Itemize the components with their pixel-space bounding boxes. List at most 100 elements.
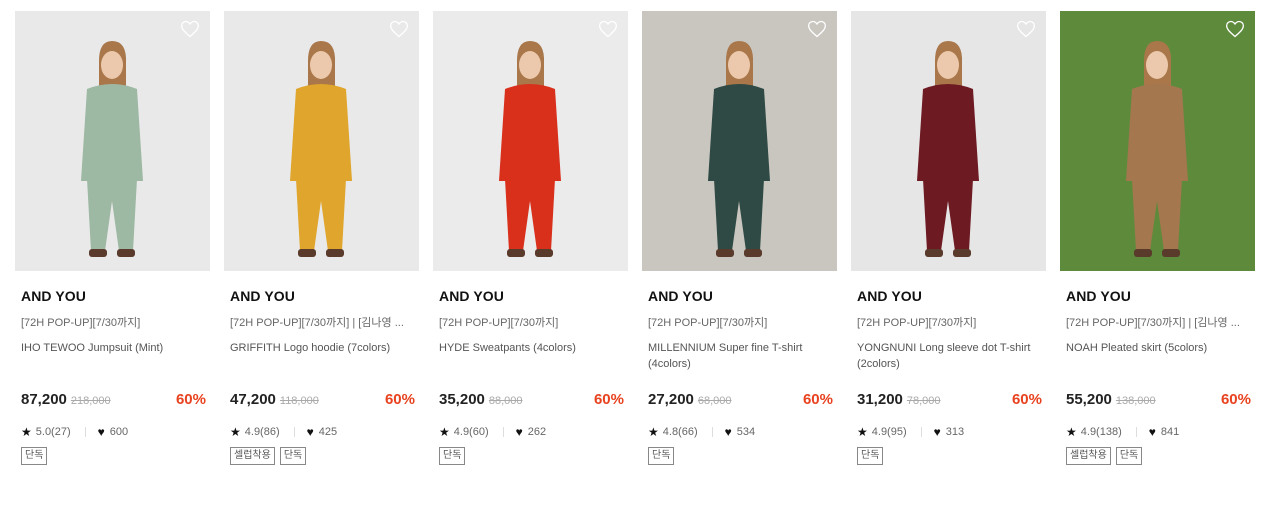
original-price: 218,000 <box>70 395 111 407</box>
stats-divider <box>502 427 504 437</box>
product-badge: 단독 <box>857 447 884 465</box>
wishlist-heart-icon[interactable] <box>1016 19 1036 39</box>
product-brand[interactable]: AND YOU <box>433 288 628 304</box>
product-promo-tag[interactable]: [72H POP-UP][7/30까지] <box>433 314 628 330</box>
heart-filled-icon: ♥ <box>306 425 314 439</box>
product-brand[interactable]: AND YOU <box>1060 288 1255 304</box>
discount-rate: 60% <box>593 391 624 408</box>
wishlist-heart-icon[interactable] <box>1225 19 1245 39</box>
price-row: 31,200 78,000 60% <box>851 391 1046 413</box>
product-image[interactable] <box>224 11 419 271</box>
product-name[interactable]: IHO TEWOO Jumpsuit (Mint) <box>15 340 210 374</box>
product-promo-tag[interactable]: [72H POP-UP][7/30까지] | [김나영 ... <box>224 314 419 330</box>
product-photo <box>15 11 210 271</box>
product-card-6[interactable]: AND YOU [72H POP-UP][7/30까지] | [김나영 ... … <box>1060 11 1255 465</box>
product-stats: ★ 4.9(86) ♥ 425 <box>224 425 419 439</box>
original-price: 88,000 <box>488 395 523 407</box>
product-badge: 단독 <box>1115 447 1143 465</box>
product-card-4[interactable]: AND YOU [72H POP-UP][7/30까지] MILLENNIUM … <box>642 11 837 465</box>
product-photo <box>224 11 419 271</box>
product-badge: 셀럽착용 <box>1066 447 1111 465</box>
product-grid: AND YOU [72H POP-UP][7/30까지] IHO TEWOO J… <box>15 11 1255 465</box>
product-brand[interactable]: AND YOU <box>15 288 210 304</box>
price-row: 47,200 118,000 60% <box>224 391 419 413</box>
sale-price: 55,200 <box>1066 391 1112 408</box>
product-brand[interactable]: AND YOU <box>224 288 419 304</box>
product-badge: 단독 <box>279 447 307 465</box>
badge-list: 단독 <box>642 447 837 465</box>
heart-filled-icon: ♥ <box>515 425 523 439</box>
rating-value: 4.9(95) <box>871 426 907 438</box>
heart-filled-icon: ♥ <box>933 425 941 439</box>
product-stats: ★ 4.8(66) ♥ 534 <box>642 425 837 439</box>
sale-price: 47,200 <box>230 391 276 408</box>
product-photo <box>851 11 1046 271</box>
stats-divider <box>293 427 295 437</box>
sale-price: 87,200 <box>21 391 67 408</box>
product-card-2[interactable]: AND YOU [72H POP-UP][7/30까지] | [김나영 ... … <box>224 11 419 465</box>
product-card-1[interactable]: AND YOU [72H POP-UP][7/30까지] IHO TEWOO J… <box>15 11 210 465</box>
product-card-5[interactable]: AND YOU [72H POP-UP][7/30까지] YONGNUNI Lo… <box>851 11 1046 465</box>
price-row: 55,200 138,000 60% <box>1060 391 1255 413</box>
wishlist-heart-icon[interactable] <box>180 19 200 39</box>
product-card-3[interactable]: AND YOU [72H POP-UP][7/30까지] HYDE Sweatp… <box>433 11 628 465</box>
price-row: 27,200 68,000 60% <box>642 391 837 413</box>
star-icon: ★ <box>21 425 32 439</box>
product-brand[interactable]: AND YOU <box>642 288 837 304</box>
product-badge: 단독 <box>648 447 675 465</box>
rating-value: 4.9(60) <box>453 426 489 438</box>
discount-rate: 60% <box>1220 391 1251 408</box>
product-name[interactable]: YONGNUNI Long sleeve dot T-shirt (2color… <box>851 340 1046 374</box>
product-stats: ★ 5.0(27) ♥ 600 <box>15 425 210 439</box>
product-name[interactable]: GRIFFITH Logo hoodie (7colors) <box>224 340 419 374</box>
heart-filled-icon: ♥ <box>724 425 732 439</box>
likes-count: 262 <box>527 426 547 438</box>
stats-divider <box>711 427 713 437</box>
badge-list: 단독 <box>851 447 1046 465</box>
star-icon: ★ <box>648 425 659 439</box>
product-name[interactable]: HYDE Sweatpants (4colors) <box>433 340 628 374</box>
rating-value: 4.9(86) <box>244 426 280 438</box>
product-badge: 단독 <box>21 447 48 465</box>
likes-count: 534 <box>736 426 756 438</box>
product-promo-tag[interactable]: [72H POP-UP][7/30까지] | [김나영 ... <box>1060 314 1255 330</box>
product-photo <box>1060 11 1255 271</box>
product-photo <box>642 11 837 271</box>
product-brand[interactable]: AND YOU <box>851 288 1046 304</box>
product-stats: ★ 4.9(138) ♥ 841 <box>1060 425 1255 439</box>
product-badge: 단독 <box>439 447 466 465</box>
product-image[interactable] <box>15 11 210 271</box>
product-promo-tag[interactable]: [72H POP-UP][7/30까지] <box>642 314 837 330</box>
product-promo-tag[interactable]: [72H POP-UP][7/30까지] <box>15 314 210 330</box>
star-icon: ★ <box>439 425 450 439</box>
discount-rate: 60% <box>1011 391 1042 408</box>
product-name[interactable]: MILLENNIUM Super fine T-shirt (4colors) <box>642 340 837 374</box>
rating-value: 4.9(138) <box>1080 426 1122 438</box>
product-image[interactable] <box>642 11 837 271</box>
heart-filled-icon: ♥ <box>97 425 105 439</box>
product-name[interactable]: NOAH Pleated skirt (5colors) <box>1060 340 1255 374</box>
star-icon: ★ <box>857 425 868 439</box>
badge-list: 단독 <box>433 447 628 465</box>
product-promo-tag[interactable]: [72H POP-UP][7/30까지] <box>851 314 1046 330</box>
product-badge: 셀럽착용 <box>230 447 275 465</box>
sale-price: 27,200 <box>648 391 694 408</box>
wishlist-heart-icon[interactable] <box>807 19 827 39</box>
likes-count: 600 <box>109 426 129 438</box>
sale-price: 31,200 <box>857 391 903 408</box>
badge-list: 셀럽착용 단독 <box>224 447 419 465</box>
product-stats: ★ 4.9(95) ♥ 313 <box>851 425 1046 439</box>
badge-list: 단독 <box>15 447 210 465</box>
likes-count: 425 <box>318 426 338 438</box>
wishlist-heart-icon[interactable] <box>598 19 618 39</box>
product-image[interactable] <box>433 11 628 271</box>
product-image[interactable] <box>851 11 1046 271</box>
product-image[interactable] <box>1060 11 1255 271</box>
wishlist-heart-icon[interactable] <box>389 19 409 39</box>
product-photo <box>433 11 628 271</box>
original-price: 118,000 <box>279 395 319 407</box>
likes-count: 841 <box>1160 426 1180 438</box>
discount-rate: 60% <box>175 391 206 408</box>
product-stats: ★ 4.9(60) ♥ 262 <box>433 425 628 439</box>
heart-filled-icon: ♥ <box>1148 425 1156 439</box>
